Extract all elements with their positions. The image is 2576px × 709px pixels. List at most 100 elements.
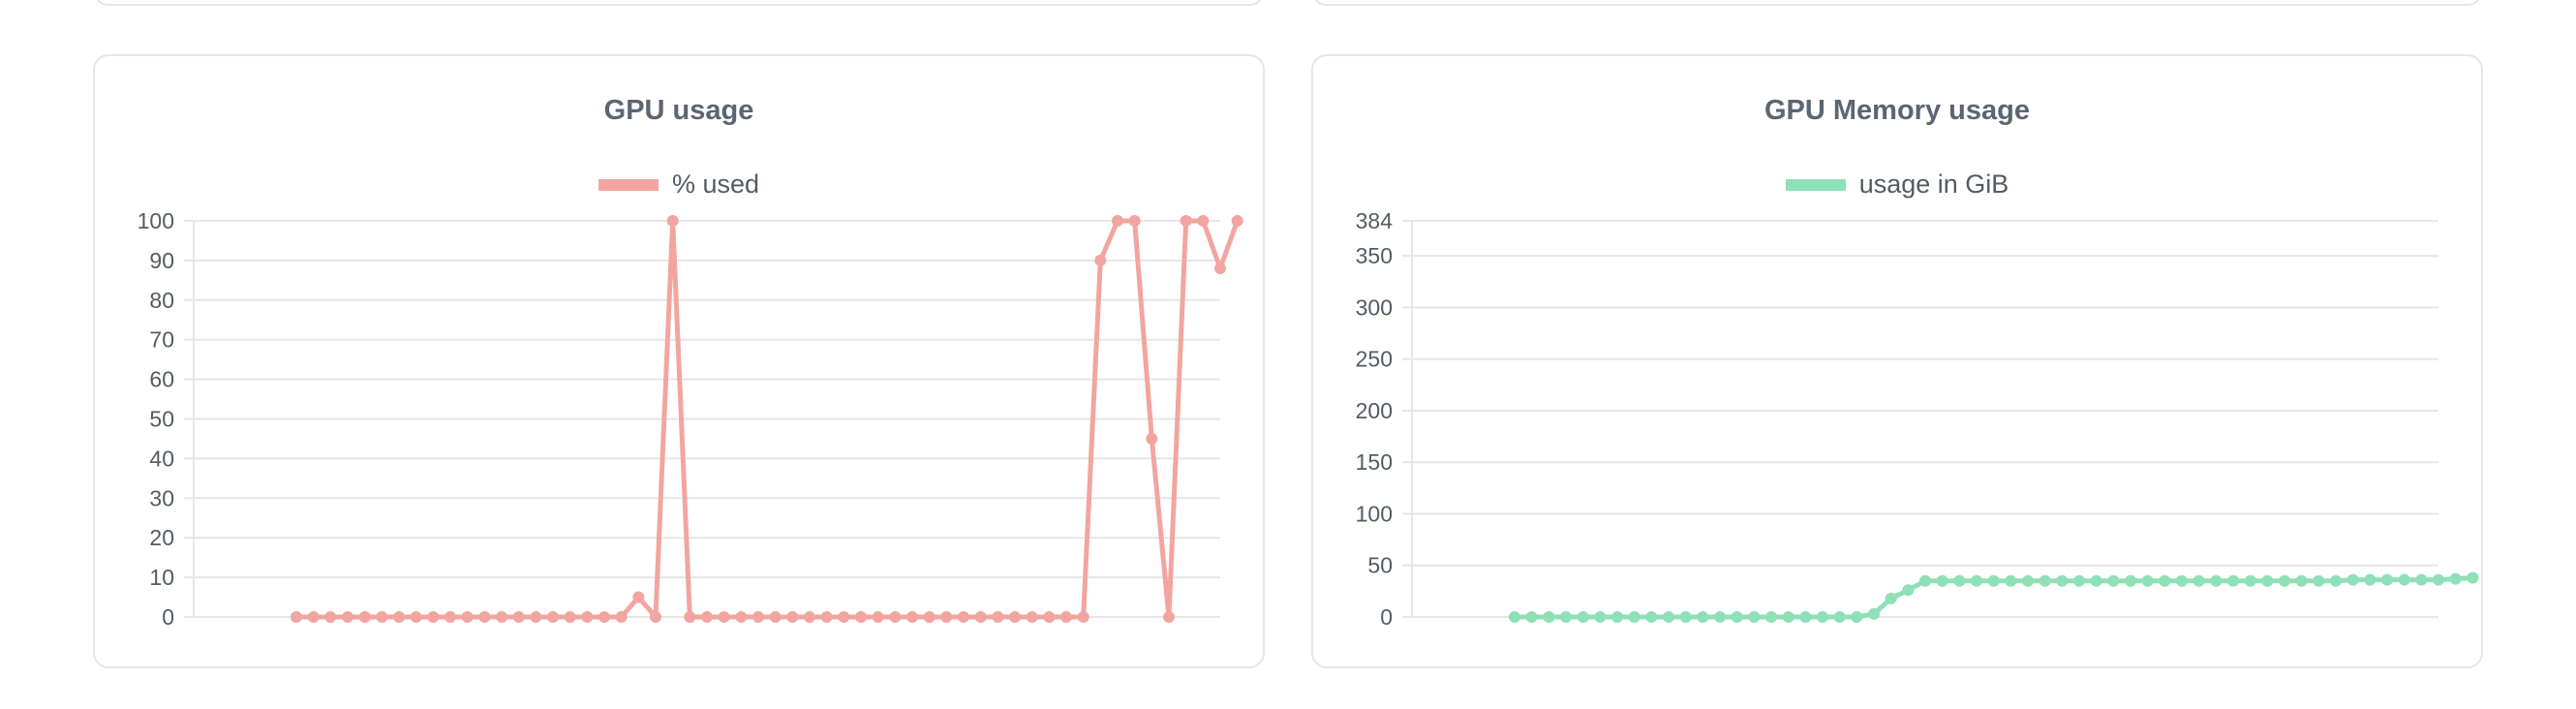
data-point[interactable]	[940, 611, 953, 623]
data-point[interactable]	[2364, 573, 2377, 586]
data-point[interactable]	[1577, 611, 1589, 623]
data-point[interactable]	[2073, 574, 2085, 587]
data-point[interactable]	[324, 611, 337, 623]
data-point[interactable]	[2313, 574, 2325, 587]
data-point[interactable]	[564, 611, 576, 623]
data-point[interactable]	[650, 611, 661, 623]
data-point[interactable]	[307, 611, 320, 623]
data-point[interactable]	[1748, 611, 1761, 623]
data-point[interactable]	[632, 591, 645, 603]
data-point[interactable]	[427, 611, 440, 623]
data-point[interactable]	[1902, 584, 1915, 597]
data-point[interactable]	[684, 611, 696, 623]
data-point[interactable]	[1060, 611, 1072, 623]
data-point[interactable]	[1525, 611, 1538, 623]
data-point[interactable]	[1731, 611, 1743, 623]
data-point[interactable]	[2279, 574, 2290, 587]
data-point[interactable]	[358, 611, 371, 623]
data-point[interactable]	[410, 611, 422, 623]
data-point[interactable]	[1782, 611, 1794, 623]
data-point[interactable]	[1919, 574, 1931, 587]
data-point[interactable]	[1163, 611, 1175, 623]
data-point[interactable]	[1628, 611, 1641, 623]
data-point[interactable]	[2449, 572, 2462, 585]
data-point[interactable]	[1043, 611, 1056, 623]
data-point[interactable]	[701, 611, 713, 623]
data-point[interactable]	[1971, 574, 1982, 587]
data-point[interactable]	[2295, 574, 2308, 587]
data-point[interactable]	[992, 611, 1004, 623]
data-point[interactable]	[2381, 573, 2393, 586]
data-point[interactable]	[1146, 432, 1158, 445]
data-point[interactable]	[1180, 215, 1192, 227]
data-point[interactable]	[769, 611, 782, 623]
data-point[interactable]	[1214, 262, 1226, 275]
data-point[interactable]	[958, 611, 969, 623]
data-point[interactable]	[2159, 574, 2171, 587]
data-point[interactable]	[718, 611, 730, 623]
data-point[interactable]	[666, 215, 679, 227]
data-point[interactable]	[2415, 573, 2428, 586]
data-point[interactable]	[923, 611, 935, 623]
data-point[interactable]	[2107, 574, 2120, 587]
data-point[interactable]	[1953, 574, 1966, 587]
data-point[interactable]	[2467, 571, 2479, 584]
data-point[interactable]	[291, 611, 302, 623]
data-point[interactable]	[1543, 611, 1555, 623]
data-point[interactable]	[804, 611, 815, 623]
data-point[interactable]	[735, 611, 748, 623]
data-point[interactable]	[1611, 611, 1623, 623]
data-point[interactable]	[445, 611, 456, 623]
data-point[interactable]	[393, 611, 405, 623]
data-point[interactable]	[1765, 611, 1777, 623]
data-point[interactable]	[1509, 611, 1520, 623]
data-point[interactable]	[1817, 611, 1828, 623]
data-point[interactable]	[2090, 574, 2102, 587]
data-point[interactable]	[461, 611, 474, 623]
data-point[interactable]	[1697, 611, 1709, 623]
data-point[interactable]	[974, 611, 987, 623]
data-point[interactable]	[2210, 574, 2223, 587]
data-point[interactable]	[1868, 607, 1880, 620]
data-point[interactable]	[2398, 573, 2410, 586]
data-point[interactable]	[1231, 215, 1243, 227]
data-point[interactable]	[2039, 574, 2051, 587]
data-point[interactable]	[2141, 574, 2154, 587]
data-point[interactable]	[478, 611, 491, 623]
data-point[interactable]	[496, 611, 507, 623]
data-point[interactable]	[820, 611, 833, 623]
data-point[interactable]	[2227, 574, 2239, 587]
data-point[interactable]	[1026, 611, 1038, 623]
data-point[interactable]	[838, 611, 850, 623]
data-point[interactable]	[2022, 574, 2034, 587]
data-point[interactable]	[2193, 574, 2205, 587]
data-point[interactable]	[1197, 215, 1210, 227]
data-point[interactable]	[581, 611, 594, 623]
data-point[interactable]	[1112, 215, 1123, 227]
data-point[interactable]	[1560, 611, 1572, 623]
data-point[interactable]	[1077, 611, 1089, 623]
data-point[interactable]	[2346, 573, 2359, 586]
data-point[interactable]	[530, 611, 542, 623]
data-point[interactable]	[1833, 611, 1846, 623]
data-point[interactable]	[1094, 254, 1107, 266]
data-point[interactable]	[1936, 574, 1948, 587]
data-point[interactable]	[2125, 574, 2136, 587]
data-point[interactable]	[376, 611, 388, 623]
data-point[interactable]	[1851, 611, 1863, 623]
data-point[interactable]	[2176, 574, 2188, 587]
data-point[interactable]	[615, 611, 628, 623]
data-point[interactable]	[855, 611, 867, 623]
data-point[interactable]	[1885, 592, 1897, 604]
data-point[interactable]	[1679, 611, 1692, 623]
data-point[interactable]	[872, 611, 884, 623]
data-point[interactable]	[1714, 611, 1726, 623]
data-point[interactable]	[2056, 574, 2069, 587]
data-point[interactable]	[1594, 611, 1607, 623]
data-point[interactable]	[598, 611, 610, 623]
data-point[interactable]	[1645, 611, 1658, 623]
data-point[interactable]	[1128, 215, 1141, 227]
data-point[interactable]	[2261, 574, 2274, 587]
data-point[interactable]	[2005, 574, 2017, 587]
data-point[interactable]	[1799, 611, 1812, 623]
